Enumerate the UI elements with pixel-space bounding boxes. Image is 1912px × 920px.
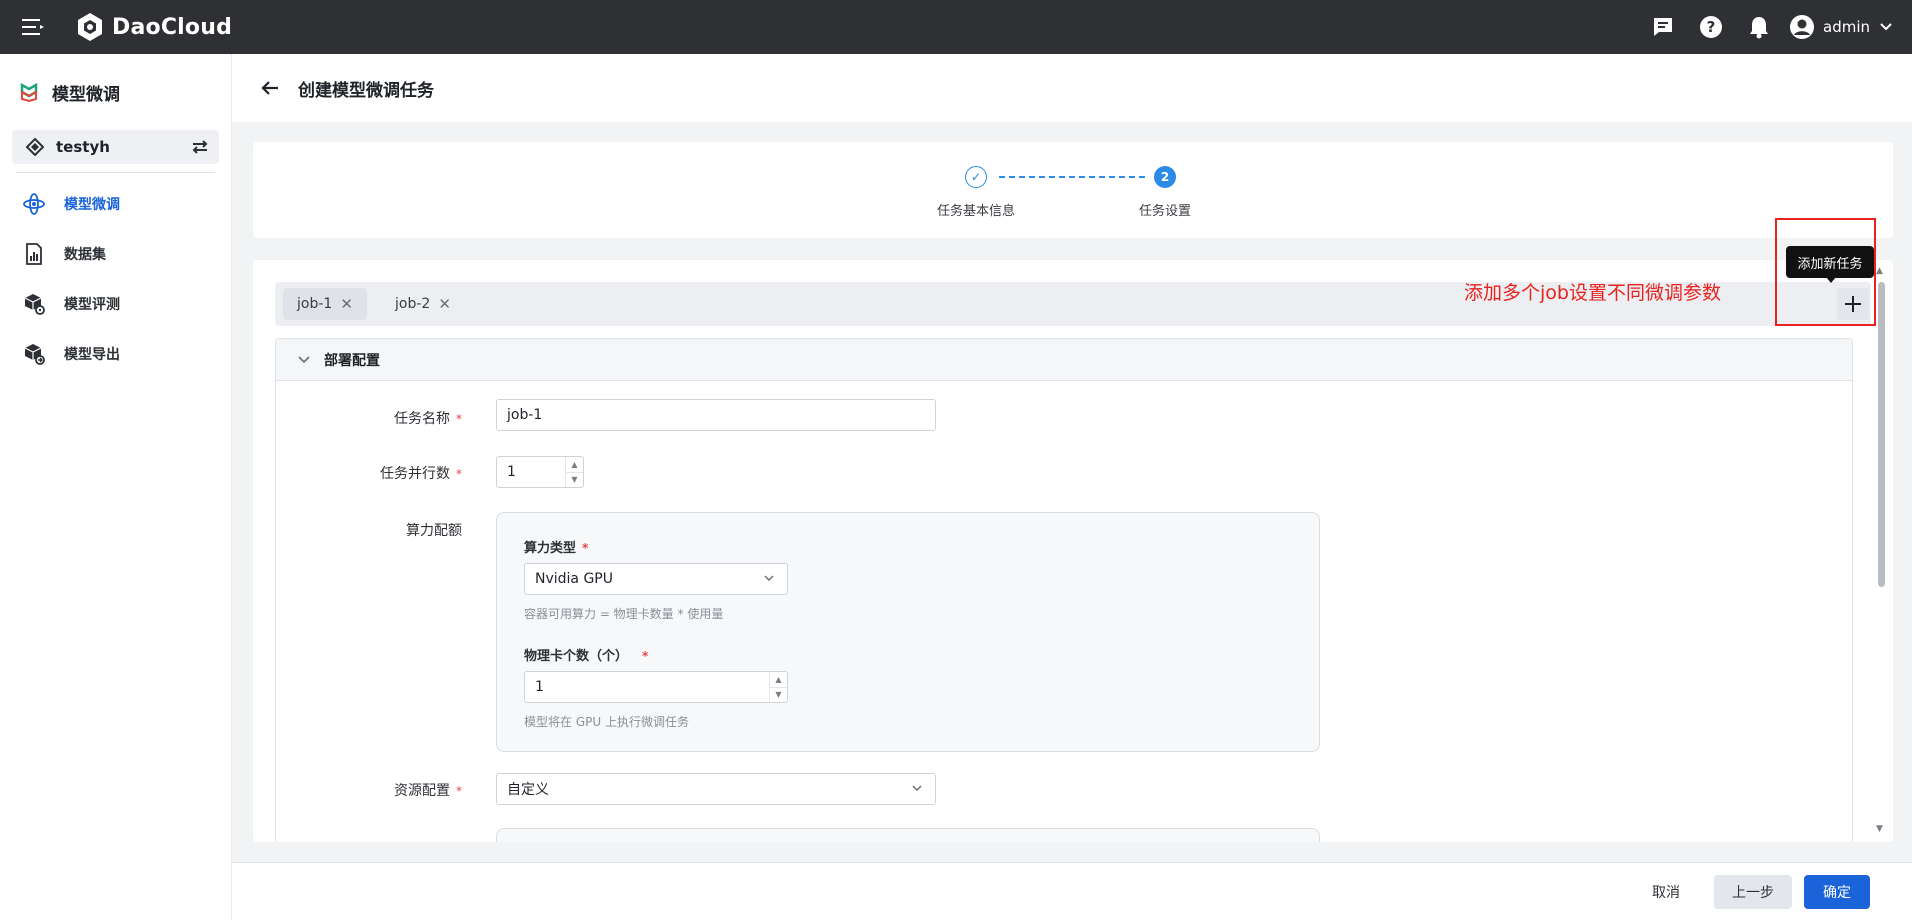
decrement-icon[interactable]: ▼: [566, 473, 583, 488]
sidebar-item-label: 数据集: [64, 247, 106, 263]
workspace-icon: [26, 138, 44, 156]
orbit-icon: [23, 193, 45, 215]
add-task-tooltip: 添加新任务: [1786, 246, 1874, 283]
resource-value: 自定义: [507, 782, 549, 798]
step-task-settings[interactable]: 2 任务设置: [1139, 166, 1191, 219]
cancel-button[interactable]: 取消: [1638, 875, 1694, 909]
step-label: 任务设置: [1139, 204, 1192, 219]
resource-select[interactable]: 自定义: [496, 773, 936, 805]
close-icon[interactable]: ✕: [340, 295, 353, 313]
resource-detail-box: [496, 828, 1320, 842]
workspace-name: testyh: [56, 138, 110, 156]
scroll-down-icon[interactable]: ▼: [1876, 824, 1883, 834]
brand-name: DaoCloud: [112, 14, 233, 40]
card-hint: 模型将在 GPU 上执行微调任务: [524, 715, 689, 729]
cube-gear-icon: [24, 294, 45, 315]
scrollbar[interactable]: ▲ ▼: [1874, 262, 1888, 840]
compute-type-label: 算力类型 *: [524, 541, 589, 556]
sidebar-title: 模型微调: [52, 84, 120, 105]
sidebar-item-label: 模型微调: [64, 197, 120, 213]
back-arrow-icon[interactable]: [256, 74, 284, 102]
chevron-down-icon: [764, 575, 774, 582]
form-card: job-1 ✕ job-2 ✕ 部署配置 任务名称 * job-1 任务并行数 * …: [253, 260, 1893, 842]
sidebar-item-label: 模型导出: [64, 347, 120, 363]
section-title: 部署配置: [324, 352, 380, 369]
quota-label: 算力配额: [406, 523, 462, 539]
brand-logo[interactable]: DaoCloud: [76, 12, 232, 42]
task-name-input[interactable]: job-1: [496, 399, 936, 431]
compute-hint: 容器可用算力 = 物理卡数量 * 使用量: [524, 607, 724, 621]
task-name-label: 任务名称 *: [394, 411, 462, 427]
chart-document-icon: [26, 243, 42, 265]
parallel-value: 1: [507, 464, 516, 480]
steps-card: ✓ 任务基本信息 2 任务设置: [253, 142, 1893, 238]
task-name-value: job-1: [507, 407, 543, 423]
tab-job-2[interactable]: job-2 ✕: [381, 288, 465, 320]
chevron-down-icon: [912, 785, 922, 792]
tab-job-1[interactable]: job-1 ✕: [283, 288, 367, 320]
step-number: 2: [1154, 166, 1176, 188]
sidebar-item-dataset[interactable]: 数据集: [0, 229, 231, 279]
parallel-stepper[interactable]: 1 ▲ ▼: [496, 456, 584, 488]
bell-icon[interactable]: [1735, 0, 1783, 54]
footer-bar: 取消 上一步 确定: [232, 862, 1912, 920]
sidebar-item-finetune[interactable]: 模型微调: [0, 179, 231, 229]
cube-export-icon: [24, 344, 45, 365]
menu-icon[interactable]: [18, 12, 48, 42]
step-label: 任务基本信息: [937, 204, 1016, 219]
step-check-icon: ✓: [965, 166, 987, 188]
card-count-stepper[interactable]: 1 ▲ ▼: [524, 671, 788, 703]
resource-label: 资源配置 *: [394, 783, 462, 799]
step-connector: [999, 176, 1145, 178]
switch-icon[interactable]: [191, 139, 209, 155]
stepper-controls[interactable]: ▲ ▼: [565, 457, 583, 487]
sidebar-item-label: 模型评测: [64, 297, 120, 313]
tab-label: job-1: [297, 296, 333, 312]
decrement-icon[interactable]: ▼: [770, 688, 787, 703]
finetune-logo-icon: [20, 82, 38, 103]
message-icon[interactable]: [1639, 0, 1687, 54]
sidebar-item-evaluation[interactable]: 模型评测: [0, 279, 231, 329]
card-count-value: 1: [535, 679, 544, 695]
stepper-controls[interactable]: ▲ ▼: [769, 672, 787, 702]
prev-step-button[interactable]: 上一步: [1714, 875, 1792, 909]
page-title: 创建模型微调任务: [298, 80, 434, 101]
avatar-icon: [1790, 15, 1814, 39]
sidebar: 模型微调 testyh 模型微调 数据集 模型评测 模型导出: [0, 54, 232, 920]
workspace-switcher[interactable]: testyh: [12, 130, 219, 164]
step-basic-info[interactable]: ✓ 任务基本信息: [937, 166, 1015, 219]
chevron-down-icon: [298, 355, 310, 363]
increment-icon[interactable]: ▲: [566, 457, 583, 473]
annotation-text: 添加多个job设置不同微调参数: [1464, 282, 1721, 304]
section-header[interactable]: 部署配置: [276, 339, 1852, 381]
help-icon[interactable]: ?: [1687, 0, 1735, 54]
page-header: 创建模型微调任务: [232, 54, 1912, 122]
sidebar-header: 模型微调: [0, 54, 231, 130]
chevron-down-icon: [1880, 23, 1892, 31]
svg-text:?: ?: [1707, 18, 1716, 36]
scroll-up-icon[interactable]: ▲: [1876, 266, 1883, 276]
compute-type-select[interactable]: Nvidia GPU: [524, 563, 788, 595]
quota-box: 算力类型 * Nvidia GPU 容器可用算力 = 物理卡数量 * 使用量 物理…: [496, 512, 1320, 752]
scroll-thumb[interactable]: [1878, 282, 1885, 587]
user-menu[interactable]: admin: [1789, 14, 1892, 40]
sidebar-item-export[interactable]: 模型导出: [0, 329, 231, 379]
parallel-label: 任务并行数 *: [380, 466, 462, 482]
close-icon[interactable]: ✕: [438, 295, 451, 313]
increment-icon[interactable]: ▲: [770, 672, 787, 688]
card-count-label: 物理卡个数（个） *: [524, 649, 649, 664]
user-name: admin: [1823, 18, 1870, 36]
top-bar: DaoCloud ? admin: [0, 0, 1912, 54]
confirm-button[interactable]: 确定: [1804, 875, 1870, 909]
compute-type-value: Nvidia GPU: [535, 571, 613, 587]
tab-label: job-2: [395, 296, 431, 312]
daocloud-logo-icon: [78, 13, 102, 41]
sidebar-divider: [16, 172, 215, 173]
